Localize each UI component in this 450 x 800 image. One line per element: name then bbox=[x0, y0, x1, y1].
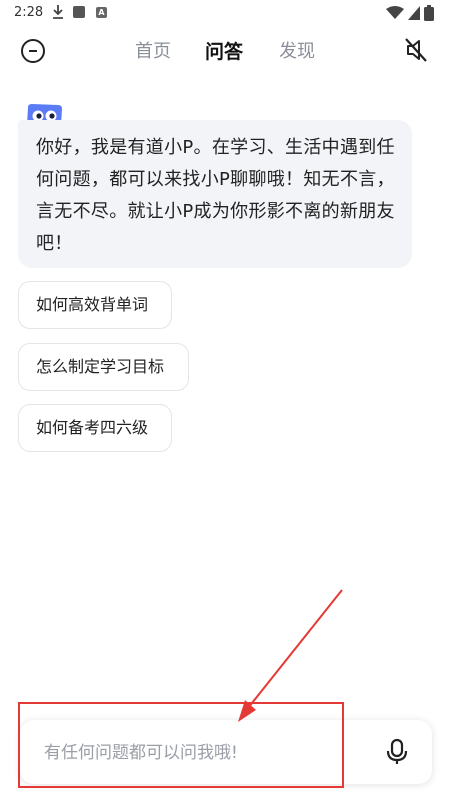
microphone-icon[interactable] bbox=[385, 738, 409, 766]
assistant-greeting-bubble: 你好，我是有道小P。在学习、生活中遇到任何问题，都可以来找小P聊聊哦！知无不言，… bbox=[18, 120, 412, 268]
suggestion-chip[interactable]: 怎么制定学习目标 bbox=[18, 343, 189, 391]
font-a-icon: A bbox=[96, 7, 107, 18]
suggestion-chip[interactable]: 如何备考四六级 bbox=[18, 404, 172, 452]
suggestion-chip[interactable]: 如何高效背单词 bbox=[18, 281, 172, 329]
status-time: 2:28 bbox=[14, 5, 44, 20]
nav-tabs: 首页 问答 发现 bbox=[0, 28, 450, 72]
download-icon bbox=[53, 5, 63, 19]
tab-home[interactable]: 首页 bbox=[135, 37, 171, 63]
message-input-bar bbox=[20, 720, 432, 784]
battery-icon bbox=[424, 5, 434, 21]
top-nav: 首页 问答 发现 bbox=[0, 28, 450, 72]
wifi-icon bbox=[386, 6, 404, 19]
tab-qa[interactable]: 问答 bbox=[205, 37, 243, 64]
tab-discover[interactable]: 发现 bbox=[279, 37, 315, 63]
status-bar: 2:28 A bbox=[0, 0, 450, 28]
message-input[interactable] bbox=[42, 736, 346, 770]
app-square-icon bbox=[73, 6, 85, 18]
mute-icon[interactable] bbox=[404, 37, 428, 63]
signal-icon bbox=[408, 6, 420, 20]
